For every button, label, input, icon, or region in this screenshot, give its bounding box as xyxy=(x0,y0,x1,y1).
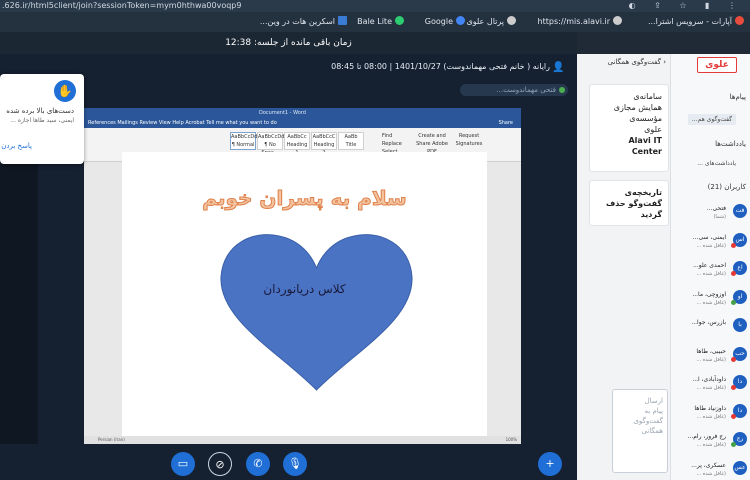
phone-button[interactable]: ✆ xyxy=(246,452,270,476)
raised-hands-popup: ✋ دست‌های بالا برده شده ایمنی، سید طاها … xyxy=(0,74,84,164)
user-name[interactable]: فتحی... xyxy=(707,205,726,212)
chat-header[interactable]: ‹ گفت‌وگوی همگانی xyxy=(582,58,666,70)
user-icon[interactable]: 👤 xyxy=(552,62,566,74)
chat-input[interactable]: ارسال پیام به گفت‌وگوی همگانی xyxy=(612,389,668,473)
user-status: (غافل شده ... xyxy=(696,357,726,363)
user-status: (غافل شده ... xyxy=(696,414,726,420)
acrobat-request: Request Signatures xyxy=(455,133,483,147)
user-name[interactable]: اوزوچی، ما... xyxy=(692,291,726,298)
shared-screen: Document1 - Word References Mailings Rev… xyxy=(84,108,521,444)
presenter-status-icon xyxy=(559,87,565,93)
user-name[interactable]: داودآبادی، ا... xyxy=(692,376,726,383)
bookmarks-bar: آپارات - سرویس اشترا... https://mis.alav… xyxy=(0,12,750,32)
lower-hand-link[interactable]: پاسخ بردن xyxy=(1,142,32,150)
heart-label: کلاس دریانوردان xyxy=(263,282,346,296)
user-status: (شما) xyxy=(713,214,726,220)
bookmark-item[interactable]: پرتال علوی xyxy=(467,16,516,26)
user-status: (غافل شده ... xyxy=(696,385,726,391)
document-page: سلام به پسران خوبم کلاس دریانوردان xyxy=(122,152,487,444)
mic-status-icon xyxy=(731,300,736,305)
user-name[interactable]: بازرس، جوا... xyxy=(691,319,726,326)
bookmark-item[interactable]: Google xyxy=(425,16,465,26)
messages-label: پیام‌ها xyxy=(729,93,746,101)
google-icon xyxy=(456,16,465,25)
user-status: (غافل شده ... xyxy=(696,442,726,448)
bookmark-item[interactable]: https://mis.alavi.ir xyxy=(538,16,622,26)
editing-group: FindReplaceSelect xyxy=(382,133,402,155)
user-name[interactable]: عسکری، پر... xyxy=(691,462,726,469)
presenter-indicator: فتحی مهماندوست... xyxy=(460,84,568,96)
aparat-icon xyxy=(735,16,744,25)
style-heading2: AaBbCcCHeading 2 xyxy=(311,132,337,156)
bookmark-item[interactable]: Bale Lite xyxy=(357,16,404,26)
notes-label: یادداشت‌ها xyxy=(715,140,746,148)
globe-icon xyxy=(507,16,516,25)
mic-status-icon xyxy=(731,243,736,248)
user-name[interactable]: رج فرور، رام... xyxy=(688,433,727,440)
chat-message: سامانه‌ی همایش مجازی مؤسسه‌ی علوی Alavi IT Ce… xyxy=(589,84,669,172)
document-heading: سلام به پسران خوبم xyxy=(202,186,407,211)
mic-status-icon xyxy=(731,271,736,276)
heart-shape xyxy=(220,234,413,391)
chat-message: تاریخچه‌ی گفت‌وگو حذف گردید xyxy=(589,180,669,226)
bookmark-item[interactable]: اسکرین هات در وین... xyxy=(260,16,347,26)
mic-status-icon xyxy=(731,357,736,362)
user-name[interactable]: داوزنیاد طاها xyxy=(694,405,726,412)
style-no-spacing: AaBbCcDd¶ No Spac... xyxy=(257,132,285,156)
microphone-button[interactable]: 🎙 xyxy=(283,452,307,476)
browser-action-icons[interactable]: ◐ ⇪ ☆ ▮ ⋮ xyxy=(629,0,744,11)
globe-icon xyxy=(613,16,622,25)
acrobat-create: Create and Share Adobe PDF xyxy=(416,133,448,155)
user-avatar[interactable]: عس xyxy=(733,461,747,475)
raised-hands-detail: ایمنی، سید طاها اجازه ... xyxy=(10,117,74,124)
user-name[interactable]: حبیبی، طاها xyxy=(696,348,726,355)
user-avatar[interactable]: با xyxy=(733,318,747,332)
style-heading1: AaBbCcHeading 1 xyxy=(284,132,310,156)
style-normal: AaBbCcDd ¶ Normal xyxy=(230,132,258,150)
url-bar[interactable]: .626.ir/html5client/join?sessionToken=my… xyxy=(0,0,750,12)
word-titlebar: Document1 - Word xyxy=(84,108,521,118)
user-name[interactable]: احمدی علو... xyxy=(693,262,726,269)
user-status: (غافل شده ... xyxy=(696,471,726,477)
raised-hand-icon[interactable]: ✋ xyxy=(54,80,76,102)
screen-share-button[interactable]: ▭ xyxy=(171,452,195,476)
word-menubar: References Mailings Review View Help Acr… xyxy=(84,118,521,128)
style-title: AaBb Title xyxy=(338,132,364,150)
public-chat-item[interactable]: گفت‌وگوی هم... xyxy=(687,114,736,125)
users-label: کاربران (21) xyxy=(707,183,746,191)
raised-hands-title: دست‌های بالا برده شده xyxy=(6,107,74,115)
user-status: (غافل شده ... xyxy=(696,243,726,249)
shared-notes-item[interactable]: یادداشت‌های ... xyxy=(697,160,736,167)
chevron-left-icon[interactable]: ‹ xyxy=(663,58,666,66)
camera-off-button[interactable]: ⊘ xyxy=(208,452,232,476)
user-avatar[interactable]: فت xyxy=(733,204,747,218)
session-timer: زمان باقی مانده از جلسه: 12:38 xyxy=(0,32,577,54)
bookmark-icon xyxy=(338,16,347,25)
user-status: (غافل شده ... xyxy=(696,300,726,306)
url-text[interactable]: .626.ir/html5client/join?sessionToken=my… xyxy=(2,1,241,10)
mic-status-icon xyxy=(731,442,736,447)
user-name[interactable]: ایمنی، سی... xyxy=(693,234,726,241)
brand-logo: علوی xyxy=(697,57,737,73)
bookmark-item[interactable]: آپارات - سرویس اشترا... xyxy=(648,16,744,26)
actions-plus-button[interactable]: + xyxy=(538,452,562,476)
mic-status-icon xyxy=(731,385,736,390)
bale-icon xyxy=(395,16,404,25)
word-statusbar: Persian (Iran) 100% xyxy=(84,436,521,444)
user-status: (غافل شده ... xyxy=(696,271,726,277)
left-panel xyxy=(0,164,38,444)
session-info: رایانه ( خانم فتحی مهماندوست) 1401/10/27… xyxy=(331,62,550,71)
mic-status-icon xyxy=(731,414,736,419)
